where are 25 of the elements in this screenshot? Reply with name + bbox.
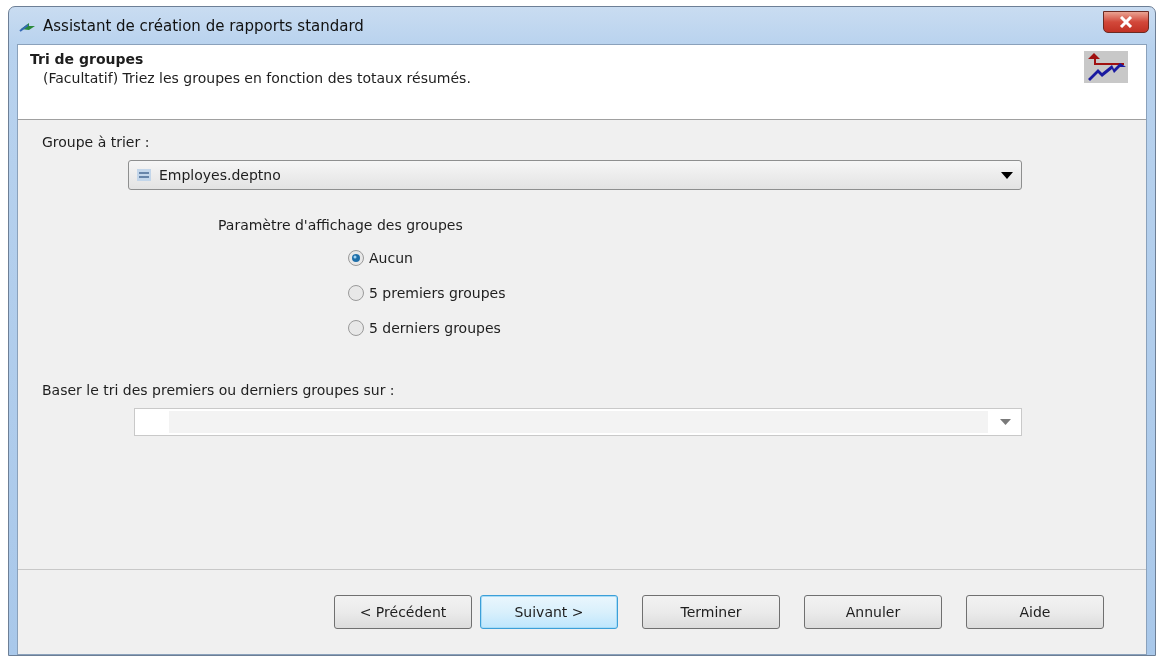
radio-option[interactable]: 5 premiers groupes	[347, 281, 1146, 304]
close-button[interactable]	[1103, 10, 1149, 33]
field-icon	[137, 169, 151, 181]
radio-button[interactable]	[347, 283, 365, 302]
step-description: (Facultatif) Triez les groupes en fonction des totaux résumés.	[43, 70, 471, 86]
radio-button[interactable]	[347, 318, 365, 337]
radio-button[interactable]	[347, 248, 365, 267]
radio-option[interactable]: 5 derniers groupes	[347, 316, 1146, 339]
step-title: Tri de groupes	[30, 51, 145, 67]
chart-sort-icon	[1084, 51, 1128, 83]
wizard-button[interactable]: Terminer	[642, 595, 780, 629]
field-label: Groupe à trier :	[42, 134, 151, 150]
wizard-button[interactable]: Annuler	[804, 595, 942, 629]
wizard-button[interactable]: < Précédent	[334, 595, 472, 629]
radio-option[interactable]: Aucun	[347, 246, 1146, 269]
dropdown-arrow-icon	[1000, 419, 1011, 425]
wizard-button[interactable]: Suivant >	[480, 595, 618, 629]
dropdown-arrow-icon	[1001, 171, 1013, 179]
window-title: Assistant de création de rapports standard	[43, 16, 364, 35]
field-label: Baser le tri des premiers ou derniers groupes sur :	[42, 382, 396, 398]
group-dropdown[interactable]: Employes.deptno	[128, 160, 1022, 190]
close-icon	[1119, 15, 1133, 28]
wizard-button[interactable]: Aide	[966, 595, 1104, 629]
section-label: Paramètre d'affichage des groupes	[218, 217, 464, 233]
dropdown-value: Employes.deptno	[159, 167, 282, 183]
